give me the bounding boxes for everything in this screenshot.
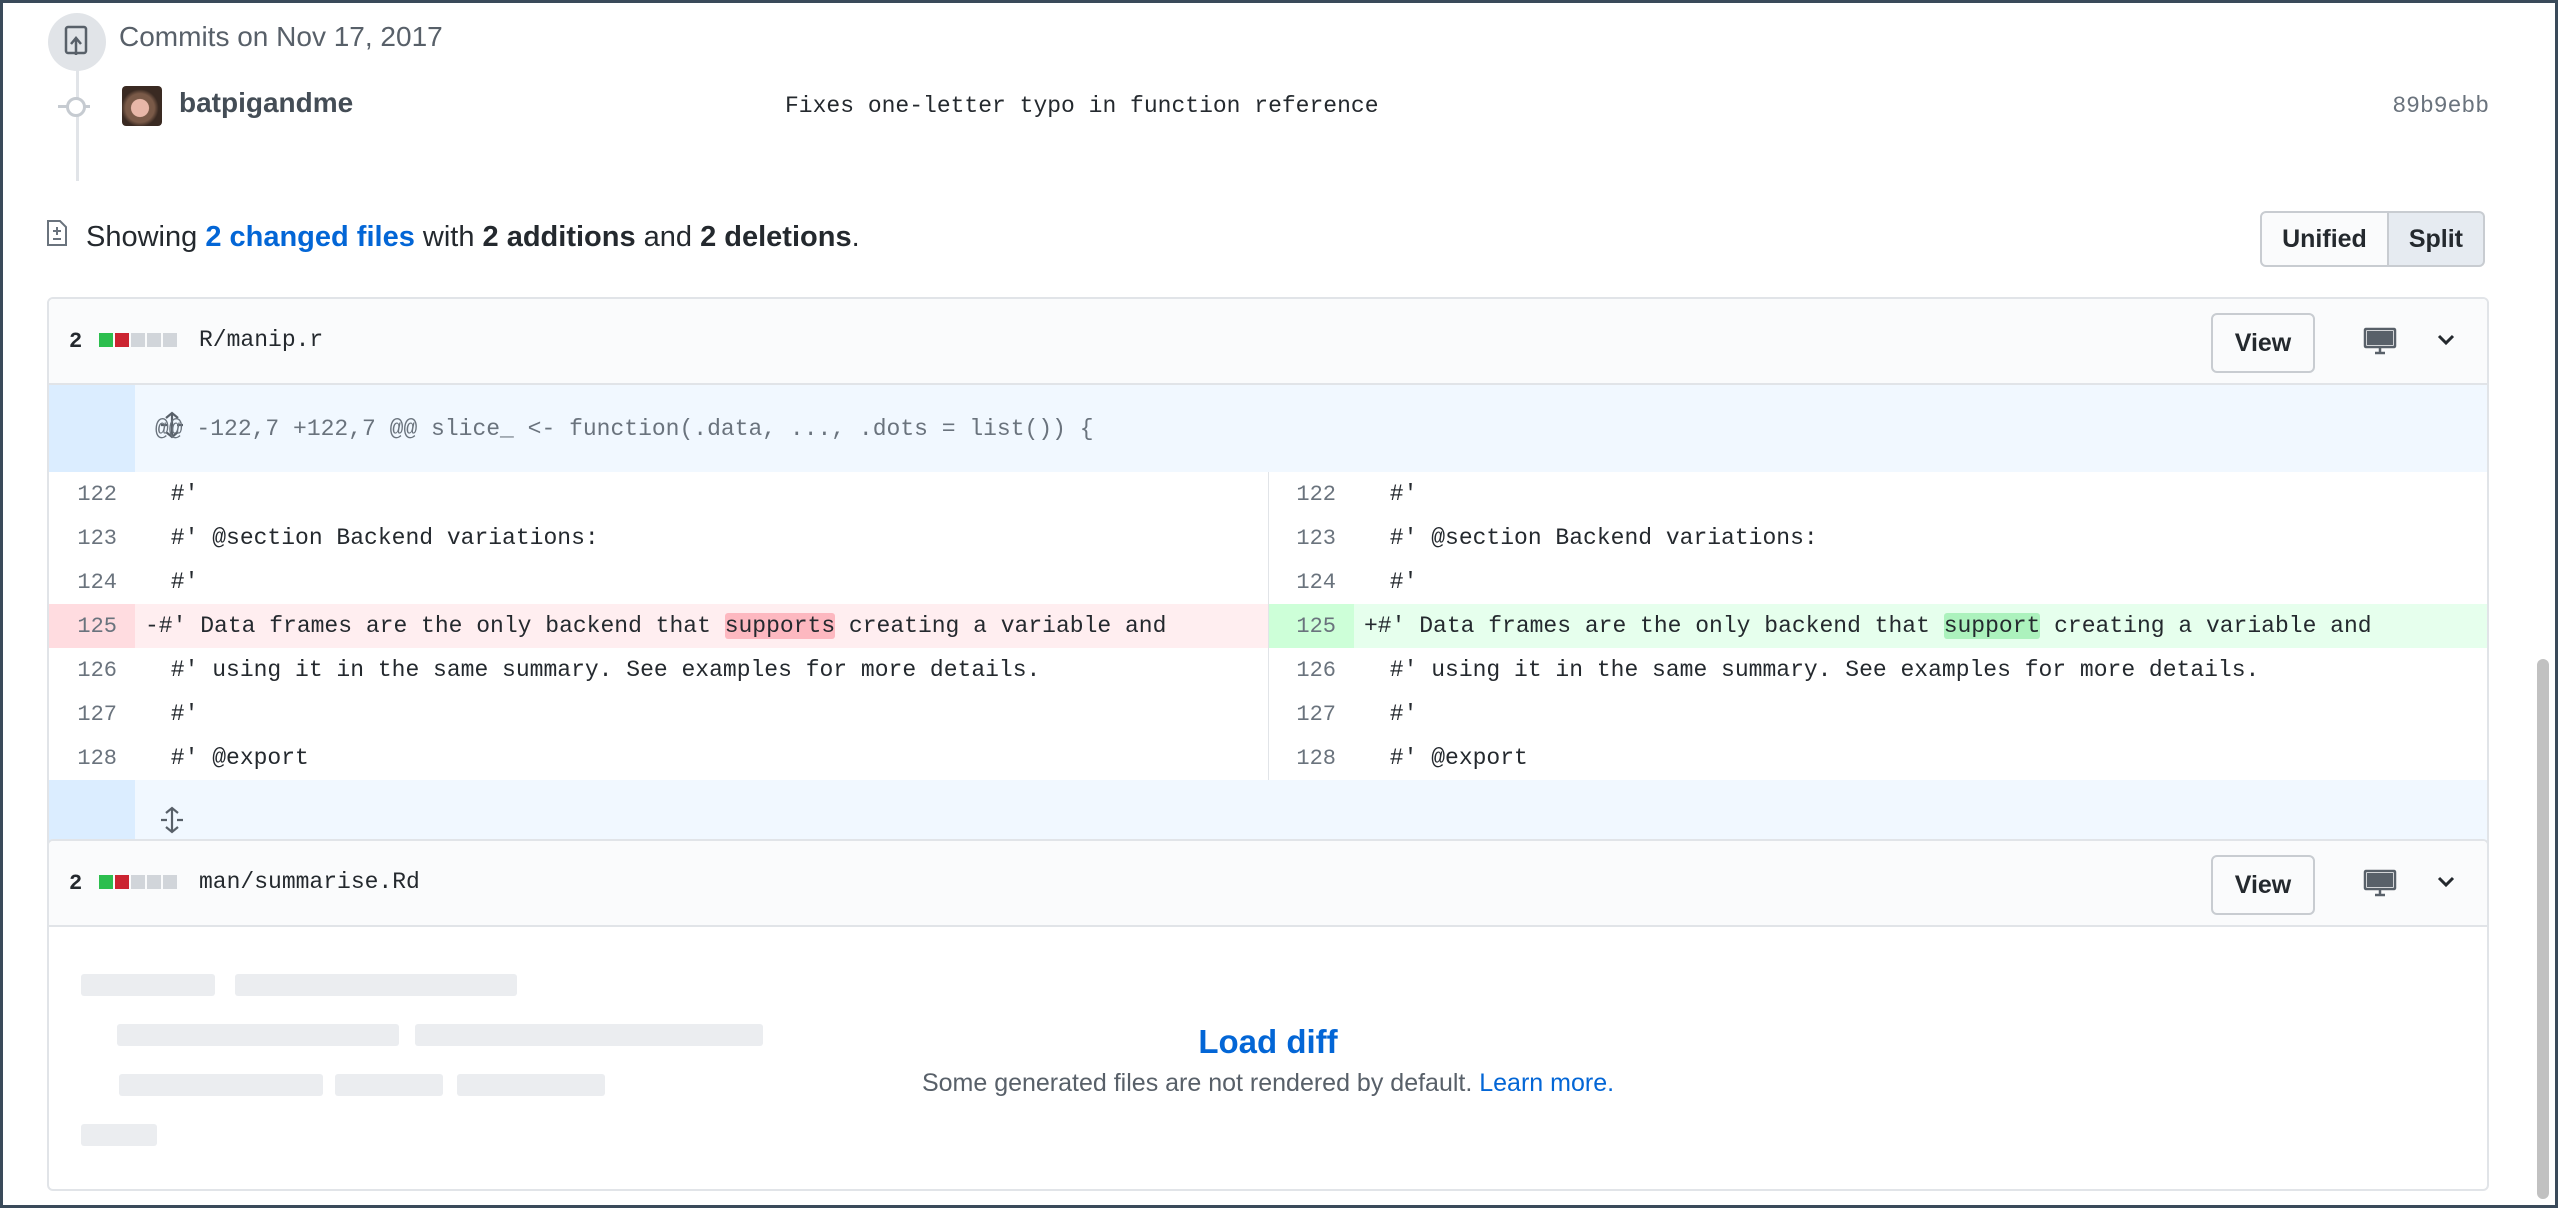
commit-author-link[interactable]: batpigandme bbox=[179, 87, 353, 119]
code-line: #' @export bbox=[157, 745, 309, 771]
hunk-header-row: @@ -122,7 +122,7 @@ slice_ <- function(.… bbox=[49, 385, 2487, 472]
view-file-button[interactable]: View bbox=[2211, 313, 2315, 373]
diffstat-blocks bbox=[99, 875, 177, 889]
diffstat-count: 2 bbox=[69, 871, 83, 896]
file-diff-icon bbox=[46, 219, 68, 247]
commit-node-icon bbox=[66, 97, 86, 117]
diffstat-blocks bbox=[99, 333, 177, 347]
load-diff-placeholder: Load diff Some generated files are not r… bbox=[49, 927, 2487, 1189]
hunk-header: @@ -122,7 +122,7 @@ slice_ <- function(.… bbox=[135, 385, 2487, 472]
code-line: #' using it in the same summary. See exa… bbox=[157, 657, 1041, 683]
additions-count: 2 additions bbox=[482, 221, 636, 253]
line-number[interactable]: 127 bbox=[49, 692, 135, 736]
code-line: #' @export bbox=[1376, 745, 1528, 771]
timeline-line bbox=[76, 63, 79, 181]
avatar[interactable] bbox=[122, 86, 162, 126]
desktop-icon[interactable] bbox=[2363, 327, 2397, 360]
line-number[interactable]: 126 bbox=[49, 648, 135, 692]
diff-row: 128 #' @export 128 #' @export bbox=[49, 736, 2487, 780]
diffstat-count: 2 bbox=[69, 329, 83, 354]
desktop-icon[interactable] bbox=[2363, 869, 2397, 902]
diff-summary: Showing 2 changed files with 2 additions… bbox=[86, 221, 860, 253]
expand-up-button[interactable] bbox=[49, 385, 184, 472]
skeleton-line bbox=[235, 974, 517, 996]
code-line: #' bbox=[157, 569, 199, 595]
line-number[interactable]: 124 bbox=[1267, 560, 1354, 604]
code-line: #' bbox=[1376, 701, 1418, 727]
commits-date-header: Commits on Nov 17, 2017 bbox=[119, 21, 443, 52]
code-line: #' bbox=[1376, 569, 1418, 595]
line-number[interactable]: 124 bbox=[49, 560, 135, 604]
view-file-button[interactable]: View bbox=[2211, 855, 2315, 915]
added-line-number[interactable]: 125 bbox=[1267, 604, 1354, 648]
line-number[interactable]: 122 bbox=[49, 472, 135, 516]
code-line: #' @section Backend variations: bbox=[157, 525, 599, 551]
line-number[interactable]: 123 bbox=[1267, 516, 1354, 560]
chevron-down-icon[interactable] bbox=[2435, 871, 2457, 898]
diff-row: 122 #' 122 #' bbox=[49, 472, 2487, 516]
code-line: #' @section Backend variations: bbox=[1376, 525, 1818, 551]
changed-files-link[interactable]: 2 changed files bbox=[205, 221, 415, 253]
code-line: #' bbox=[157, 481, 199, 507]
code-line: #' using it in the same summary. See exa… bbox=[1376, 657, 2260, 683]
diff-row: 127 #' 127 #' bbox=[49, 692, 2487, 736]
diff-row: 123 #' @section Backend variations: 123 … bbox=[49, 516, 2487, 560]
scrollbar-thumb[interactable] bbox=[2537, 659, 2549, 1199]
file-path-link[interactable]: R/manip.r bbox=[199, 327, 323, 353]
deleted-line-number[interactable]: 125 bbox=[49, 604, 135, 648]
skeleton-line bbox=[81, 1124, 157, 1146]
line-number[interactable]: 128 bbox=[1267, 736, 1354, 780]
split-diff-table: @@ -122,7 +122,7 @@ slice_ <- function(.… bbox=[49, 385, 2487, 867]
file-diff: 2 man/summarise.Rd View Load diff Some g… bbox=[47, 839, 2489, 1191]
file-header: 2 man/summarise.Rd View bbox=[49, 841, 2487, 927]
load-diff-note: Some generated files are not rendered by… bbox=[921, 1069, 1615, 1097]
unified-button[interactable]: Unified bbox=[2260, 211, 2389, 267]
commit-message-link[interactable]: Fixes one-letter typo in function refere… bbox=[785, 93, 1379, 119]
added-code-line: +#' Data frames are the only backend tha… bbox=[1354, 604, 2487, 648]
chevron-down-icon[interactable] bbox=[2435, 329, 2457, 356]
line-number[interactable]: 123 bbox=[49, 516, 135, 560]
file-diff: 2 R/manip.r View @@ -122,7 +122,7 @@ sli… bbox=[47, 297, 2489, 869]
diff-row: 126 #' using it in the same summary. See… bbox=[49, 648, 2487, 692]
code-line: #' bbox=[157, 701, 199, 727]
diff-row: 124 #' 124 #' bbox=[49, 560, 2487, 604]
deletions-count: 2 deletions bbox=[700, 221, 852, 253]
added-word: support bbox=[1943, 613, 2041, 639]
code-line: #' bbox=[1376, 481, 1418, 507]
line-number[interactable]: 127 bbox=[1267, 692, 1354, 736]
line-number[interactable]: 122 bbox=[1267, 472, 1354, 516]
deleted-word: supports bbox=[724, 613, 836, 639]
learn-more-link[interactable]: Learn more. bbox=[1479, 1069, 1614, 1097]
split-button[interactable]: Split bbox=[2388, 211, 2485, 267]
load-diff-button[interactable]: Load diff bbox=[49, 1023, 2487, 1061]
diff-row-changed: 125 -#' Data frames are the only backend… bbox=[49, 604, 2487, 648]
line-number[interactable]: 126 bbox=[1267, 648, 1354, 692]
skeleton-line bbox=[81, 974, 215, 996]
deleted-code-line: -#' Data frames are the only backend tha… bbox=[135, 604, 1268, 648]
repo-push-icon bbox=[48, 13, 106, 71]
file-header: 2 R/manip.r View bbox=[49, 299, 2487, 385]
file-path-link[interactable]: man/summarise.Rd bbox=[199, 869, 420, 895]
commit-sha-link[interactable]: 89b9ebb bbox=[2392, 93, 2489, 119]
unfold-icon bbox=[161, 806, 184, 834]
line-number[interactable]: 128 bbox=[49, 736, 135, 780]
diff-view-toggle: Unified Split bbox=[2260, 211, 2485, 267]
